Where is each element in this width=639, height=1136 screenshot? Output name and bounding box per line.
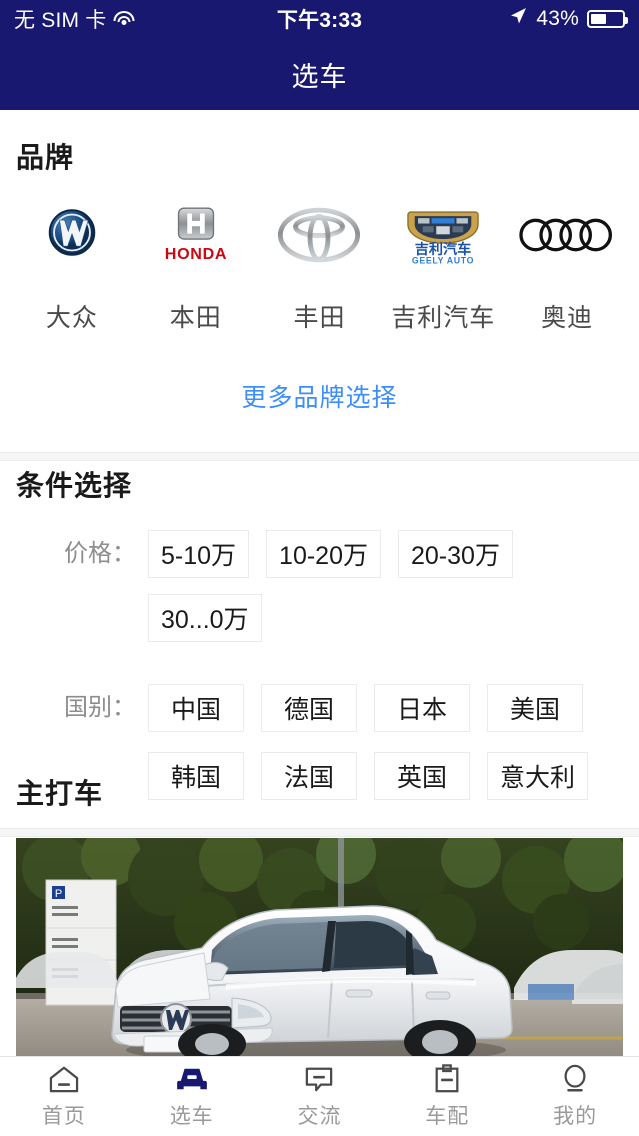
price-chip-group: 5-10万 10-20万 20-30万 30...0万 — [148, 530, 639, 658]
brand-label: 大众 — [45, 304, 98, 332]
price-chip[interactable]: 5-10万 — [148, 530, 250, 578]
brand-label: 奥迪 — [541, 304, 594, 332]
tab-label: 选车 — [169, 1104, 214, 1128]
tab-select-car[interactable]: 选车 — [128, 1064, 256, 1130]
brand-item-audi[interactable]: 奥迪 — [505, 202, 629, 334]
home-icon — [49, 1064, 79, 1094]
status-bar-right: 43% — [508, 6, 628, 32]
brand-section-title: 品牌 — [16, 142, 75, 173]
audi-logo — [512, 202, 622, 268]
brand-label: 丰田 — [293, 304, 346, 332]
app-root: 无 SIM 卡 下午3:33 43% 选车 品牌 大众 HONDA 本田 丰田 … — [0, 0, 639, 1136]
feature-section-title: 主打车 — [16, 778, 104, 809]
brand-item-volkswagen[interactable]: 大众 — [10, 202, 134, 334]
wifi-icon — [113, 11, 135, 27]
feature-car-section: 主打车 P — [0, 750, 639, 1063]
svg-text:GEELY AUTO: GEELY AUTO — [412, 255, 474, 265]
volkswagen-logo — [17, 202, 127, 268]
brand-list: 大众 HONDA 本田 丰田 吉利汽车 GEELY AUTO 吉利汽车 奥迪 — [0, 202, 639, 334]
feature-car-photo[interactable]: P — [16, 838, 623, 1063]
brand-item-geely[interactable]: 吉利汽车 GEELY AUTO 吉利汽车 — [381, 202, 505, 334]
battery-icon — [587, 10, 628, 28]
svg-text:吉利汽车: 吉利汽车 — [415, 241, 472, 257]
country-chip[interactable]: 美国 — [487, 684, 583, 732]
tab-profile[interactable]: 我的 — [511, 1064, 639, 1130]
country-filter-row: 国别： 中国 德国 日本 美国 — [0, 684, 639, 748]
bottom-tab-bar: 首页 选车 交流 车配 我的 — [0, 1056, 639, 1136]
svg-text:P: P — [55, 888, 62, 900]
status-bar: 无 SIM 卡 下午3:33 43% — [0, 0, 639, 38]
battery-percent-label: 43% — [536, 7, 579, 30]
price-filter-row: 价格： 5-10万 10-20万 20-30万 30...0万 — [0, 530, 639, 658]
clipboard-icon — [433, 1063, 461, 1094]
brand-item-toyota[interactable]: 丰田 — [258, 202, 382, 334]
location-arrow-icon — [508, 6, 528, 32]
tab-label: 车配 — [425, 1104, 470, 1128]
filter-section-title: 条件选择 — [16, 470, 133, 501]
tab-label: 交流 — [297, 1104, 342, 1128]
page-title: 选车 — [0, 38, 639, 110]
brand-label: 吉利汽车 — [391, 304, 496, 332]
svg-text:HONDA: HONDA — [164, 245, 226, 263]
country-chip[interactable]: 日本 — [374, 684, 470, 732]
toyota-logo — [264, 202, 374, 268]
honda-logo: HONDA — [141, 202, 251, 268]
status-bar-left: 无 SIM 卡 — [14, 4, 135, 34]
price-chip[interactable]: 20-30万 — [398, 530, 513, 578]
price-chip[interactable]: 30...0万 — [148, 594, 262, 642]
brand-section: 品牌 大众 HONDA 本田 丰田 吉利汽车 GEELY AUTO 吉利汽车 奥… — [0, 110, 639, 461]
tab-parts[interactable]: 车配 — [383, 1063, 511, 1130]
carrier-label: 无 SIM 卡 — [14, 9, 107, 32]
country-chip-group: 中国 德国 日本 美国 — [148, 684, 639, 748]
price-chip[interactable]: 10-20万 — [266, 530, 381, 578]
tab-home[interactable]: 首页 — [0, 1064, 128, 1130]
car-icon — [176, 1064, 208, 1094]
country-chip[interactable]: 德国 — [261, 684, 357, 732]
brand-item-honda[interactable]: HONDA 本田 — [134, 202, 258, 334]
tab-label: 我的 — [553, 1104, 598, 1128]
country-chip[interactable]: 中国 — [148, 684, 244, 732]
tab-label: 首页 — [41, 1104, 86, 1128]
country-filter-label: 国别： — [64, 694, 136, 721]
price-filter-label: 价格： — [64, 540, 136, 567]
more-brands-link[interactable]: 更多品牌选择 — [0, 378, 639, 452]
chat-bubble-icon — [304, 1064, 334, 1094]
brand-label: 本田 — [169, 304, 222, 332]
geely-logo: 吉利汽车 GEELY AUTO — [388, 202, 498, 268]
person-icon — [561, 1064, 589, 1094]
tab-community[interactable]: 交流 — [256, 1064, 384, 1130]
